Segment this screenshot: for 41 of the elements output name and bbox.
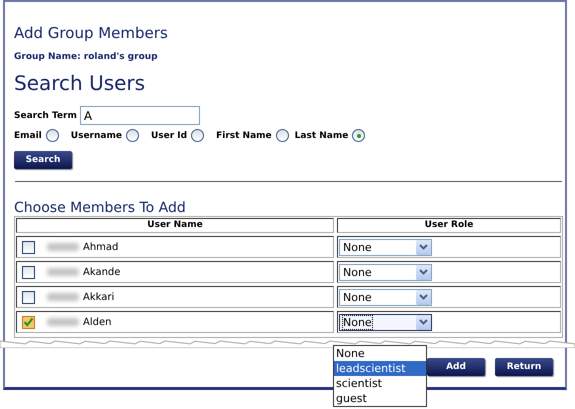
radio-label: Last Name [294, 130, 348, 140]
user-name: Alden [83, 316, 112, 328]
user-name: Akande [83, 266, 120, 278]
dropdown-option[interactable]: guest [334, 391, 426, 406]
role-dropdown[interactable]: None [339, 264, 432, 280]
group-name-label: Group Name: roland's group [14, 52, 159, 62]
radio-button[interactable] [46, 129, 59, 142]
radio-label: First Name [216, 130, 272, 140]
role-dropdown[interactable]: None [339, 288, 432, 306]
role-dropdown[interactable]: None [339, 238, 432, 256]
field-label: Search Term [14, 110, 77, 120]
checkbox[interactable] [22, 290, 35, 304]
blurred-text [47, 268, 79, 276]
radio-label: Email [14, 130, 42, 140]
dropdown-option[interactable]: leadscientist [334, 361, 426, 376]
user-name: Akkari [83, 292, 114, 302]
add-button[interactable]: Add [427, 358, 485, 376]
section-heading: Choose Members To Add [14, 200, 187, 216]
column-header: User Role [337, 218, 561, 233]
role-dropdown[interactable]: None [339, 314, 432, 330]
checkbox[interactable] [22, 240, 35, 254]
return-button[interactable]: Return [495, 358, 553, 376]
user-name: Ahmad [83, 242, 118, 252]
radio-label: User Id [150, 130, 188, 140]
search-field[interactable]: A [80, 106, 200, 125]
dropdown-option[interactable]: None [334, 346, 426, 361]
blurred-text [47, 293, 79, 301]
blurred-text [47, 318, 79, 326]
radio-label: Username [70, 130, 122, 140]
checkbox[interactable] [22, 316, 35, 328]
checkbox[interactable] [22, 266, 35, 278]
dropdown-option[interactable]: scientist [334, 376, 426, 391]
section-heading: Search Users [14, 71, 146, 97]
page-title: Add Group Members [14, 24, 169, 44]
search-button[interactable]: Search [14, 151, 72, 169]
radio-button[interactable] [352, 129, 366, 142]
blurred-text [47, 243, 79, 251]
radio-button[interactable] [276, 129, 289, 142]
radio-button[interactable] [191, 129, 204, 142]
radio-button[interactable] [126, 129, 139, 142]
column-header: User Name [16, 218, 334, 233]
